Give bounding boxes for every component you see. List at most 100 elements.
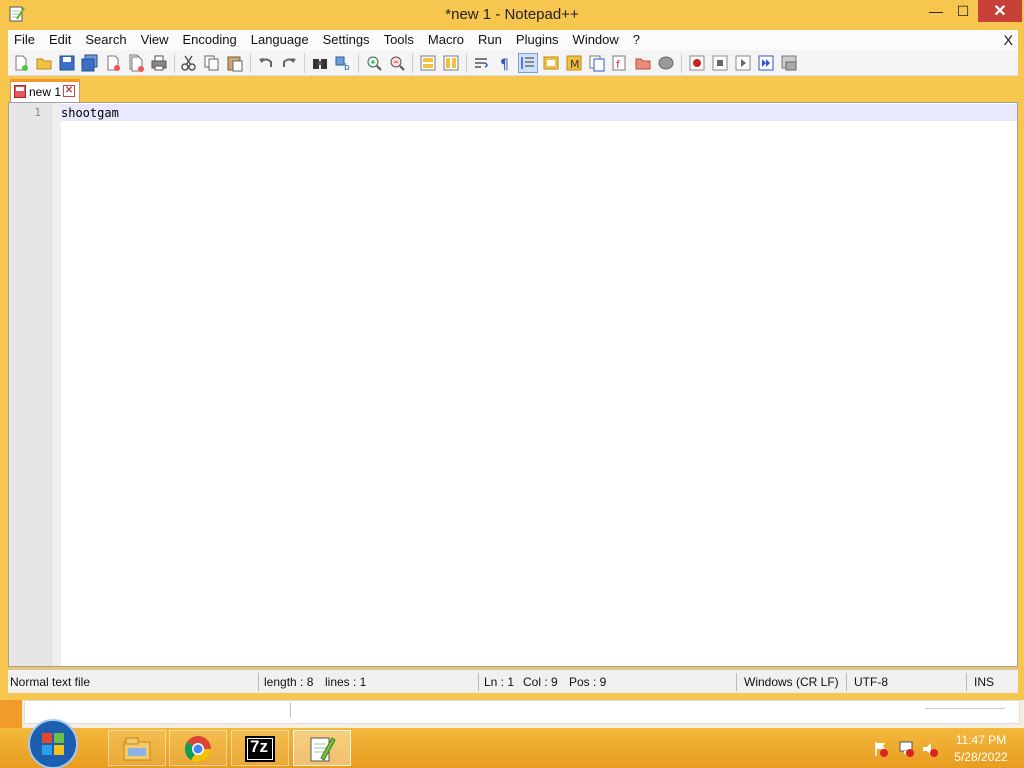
toolbar: b ¶ M f — [8, 50, 1018, 76]
network-icon[interactable] — [897, 740, 915, 758]
folder-as-workspace-icon[interactable]: f — [611, 54, 629, 72]
toolbar-separator — [304, 53, 305, 73]
menu-macro[interactable]: Macro — [421, 30, 471, 50]
menu-plugins[interactable]: Plugins — [509, 30, 566, 50]
close-all-icon[interactable] — [127, 54, 145, 72]
taskbar-file-explorer[interactable] — [108, 730, 166, 766]
background-accent — [0, 700, 22, 728]
close-icon[interactable] — [104, 54, 122, 72]
editor-area[interactable]: 1 shootgam — [8, 102, 1018, 667]
zoom-in-icon[interactable] — [365, 54, 383, 72]
copy-icon[interactable] — [203, 54, 221, 72]
volume-muted-icon[interactable] — [921, 740, 939, 758]
status-bar: Normal text file length : 8 lines : 1 Ln… — [8, 669, 1018, 693]
7zip-label: 7z — [250, 737, 268, 756]
notepad-plus-plus-icon — [310, 737, 336, 762]
menu-file[interactable]: File — [8, 30, 42, 50]
sync-horizontal-icon[interactable] — [442, 54, 460, 72]
indent-guide-icon[interactable] — [518, 53, 538, 73]
monitoring-icon[interactable] — [657, 54, 675, 72]
panel-line — [925, 708, 1005, 709]
user-defined-language-icon[interactable] — [542, 54, 560, 72]
taskbar-7zip[interactable]: 7z — [231, 730, 289, 766]
action-center-flag-icon[interactable] — [872, 740, 890, 758]
save-all-icon[interactable] — [81, 54, 99, 72]
tab-new-1[interactable]: new 1 ✕ — [10, 79, 80, 102]
status-divider — [736, 673, 737, 691]
new-file-icon[interactable] — [12, 54, 30, 72]
status-divider — [478, 673, 479, 691]
menu-help[interactable]: ? — [626, 30, 647, 50]
tab-close-icon[interactable]: ✕ — [63, 85, 75, 97]
toolbar-separator — [681, 53, 682, 73]
title-bar[interactable]: *new 1 - Notepad++ — ☐ ✕ — [0, 0, 1024, 30]
zoom-out-icon[interactable] — [388, 54, 406, 72]
print-icon[interactable] — [150, 54, 168, 72]
tab-bar: new 1 ✕ — [8, 76, 1018, 102]
close-window-button[interactable]: ✕ — [978, 0, 1022, 22]
show-all-characters-icon[interactable]: ¶ — [496, 54, 514, 72]
record-macro-icon[interactable] — [688, 54, 706, 72]
background-window-strip — [0, 700, 1024, 728]
status-pos: Pos : 9 — [569, 675, 607, 689]
playback-macro-icon[interactable] — [734, 54, 752, 72]
redo-icon[interactable] — [280, 54, 298, 72]
toolbar-separator — [174, 53, 175, 73]
menu-bar: File Edit Search View Encoding Language … — [8, 30, 1018, 50]
window-title: *new 1 - Notepad++ — [445, 6, 579, 23]
menu-edit[interactable]: Edit — [42, 30, 78, 50]
undo-icon[interactable] — [257, 54, 275, 72]
open-file-icon[interactable] — [35, 54, 53, 72]
unsaved-file-icon — [14, 85, 26, 98]
status-eol-format[interactable]: Windows (CR LF) — [744, 670, 839, 694]
stop-recording-icon[interactable] — [711, 54, 729, 72]
menu-settings[interactable]: Settings — [316, 30, 377, 50]
svg-text:b: b — [344, 63, 350, 72]
function-list-icon[interactable] — [588, 54, 606, 72]
run-macro-multiple-icon[interactable] — [757, 54, 775, 72]
toolbar-separator — [466, 53, 467, 73]
menu-window[interactable]: Window — [566, 30, 626, 50]
find-icon[interactable] — [311, 54, 329, 72]
menu-run[interactable]: Run — [471, 30, 509, 50]
word-wrap-icon[interactable] — [473, 54, 491, 72]
toolbar-separator — [358, 53, 359, 73]
document-map-icon[interactable]: M — [565, 54, 583, 72]
taskbar-notepad-plus-plus[interactable] — [293, 730, 351, 766]
editor-line[interactable]: shootgam — [61, 106, 119, 120]
status-divider — [966, 673, 967, 691]
status-divider — [258, 673, 259, 691]
status-encoding[interactable]: UTF-8 — [854, 670, 888, 694]
maximize-button[interactable]: ☐ — [948, 0, 978, 22]
file-explorer-icon — [123, 737, 151, 761]
taskbar-chrome[interactable] — [169, 730, 227, 766]
panel-divider — [290, 703, 291, 717]
taskbar: 7z 11:47 PM 5/28/2022 — [0, 719, 1024, 768]
notepad-plus-plus-window: *new 1 - Notepad++ — ☐ ✕ File Edit Searc… — [0, 0, 1024, 700]
status-col: Col : 9 — [523, 675, 558, 689]
menu-tools[interactable]: Tools — [377, 30, 421, 50]
chrome-icon — [184, 736, 212, 763]
status-divider — [846, 673, 847, 691]
system-clock[interactable]: 11:47 PM 5/28/2022 — [948, 732, 1014, 766]
paste-icon[interactable] — [226, 54, 244, 72]
menu-search[interactable]: Search — [78, 30, 133, 50]
cut-icon[interactable] — [180, 54, 198, 72]
current-line-highlight — [61, 104, 1017, 121]
save-icon[interactable] — [58, 54, 76, 72]
replace-icon[interactable]: b — [334, 54, 352, 72]
fold-margin[interactable] — [53, 103, 61, 666]
status-insert-mode[interactable]: INS — [974, 670, 994, 694]
sync-vertical-icon[interactable] — [419, 54, 437, 72]
menu-view[interactable]: View — [134, 30, 176, 50]
status-ln: Ln : 1 — [484, 675, 515, 689]
start-button[interactable] — [20, 714, 86, 768]
menu-encoding[interactable]: Encoding — [176, 30, 244, 50]
menu-language[interactable]: Language — [244, 30, 316, 50]
folder-icon[interactable] — [634, 54, 652, 72]
close-document-button[interactable]: X — [1004, 30, 1013, 50]
toolbar-separator — [250, 53, 251, 73]
svg-text:M: M — [570, 58, 580, 71]
save-macro-icon[interactable] — [780, 54, 798, 72]
line-number: 1 — [34, 106, 41, 119]
